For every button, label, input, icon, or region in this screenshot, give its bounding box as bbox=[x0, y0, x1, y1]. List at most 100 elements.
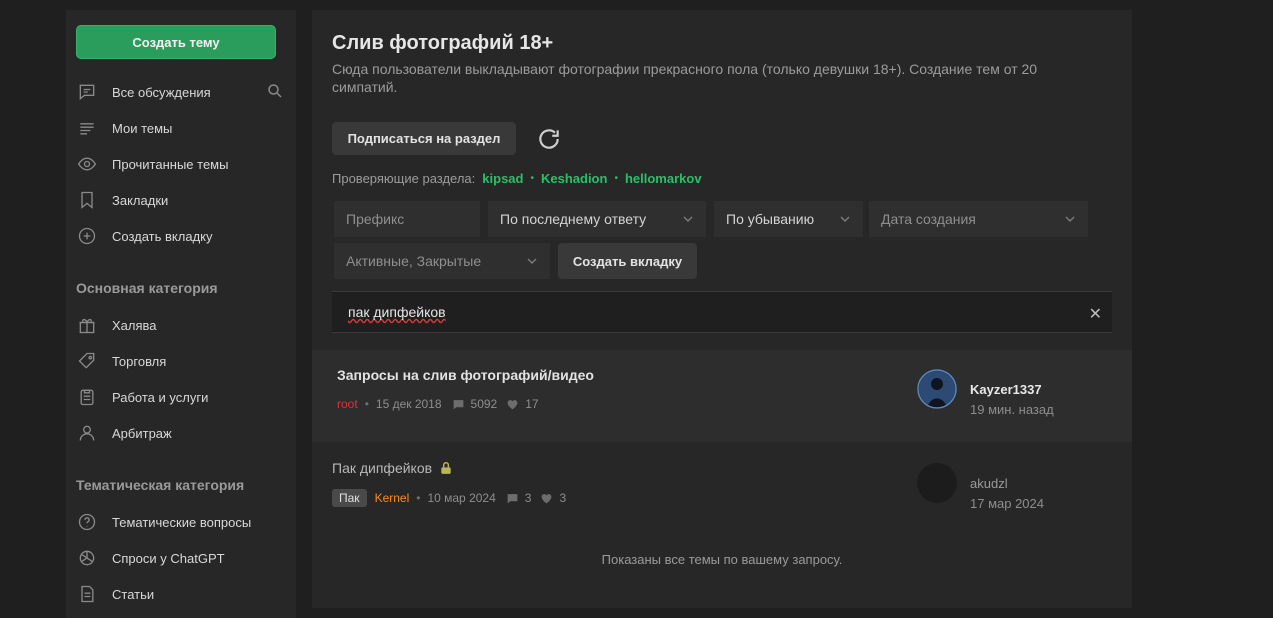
sidebar-item-label: Тематические вопросы bbox=[112, 514, 252, 530]
forum-section: Слив фотографий 18+ Сюда пользователи вы… bbox=[312, 10, 1132, 608]
chatgpt-icon bbox=[76, 547, 98, 569]
chevron-down-icon bbox=[524, 253, 540, 269]
state-value: Активные, Закрытые bbox=[346, 253, 482, 269]
sidebar-item-label: Статьи bbox=[112, 586, 155, 602]
section-description: Сюда пользователи выкладывают фотографии… bbox=[332, 61, 1038, 95]
separator-dot: • bbox=[364, 397, 369, 411]
sidebar-item-label: Спроси у ChatGPT bbox=[112, 550, 225, 566]
moderators-label: Проверяющие раздела: bbox=[332, 171, 476, 186]
sidebar-item-label: Халява bbox=[112, 317, 157, 333]
user-icon bbox=[76, 422, 98, 444]
chevron-down-icon bbox=[837, 211, 853, 227]
moderator-link[interactable]: hellomarkov bbox=[625, 171, 702, 186]
heart-icon bbox=[506, 398, 519, 411]
reply-count: 3 bbox=[524, 491, 532, 505]
thread-title[interactable]: Запросы на слив фотографий/видео bbox=[337, 367, 594, 383]
sidebar-item-label: Работа и услуги bbox=[112, 389, 209, 405]
sort-by-value: По последнему ответу bbox=[500, 211, 647, 227]
thread-author[interactable]: Kernel bbox=[375, 491, 410, 505]
comment-icon bbox=[452, 398, 465, 411]
list-icon bbox=[76, 117, 98, 139]
avatar[interactable] bbox=[917, 463, 957, 503]
date-created-select[interactable]: Дата создания bbox=[869, 201, 1088, 237]
chevron-down-icon bbox=[1062, 211, 1078, 227]
sidebar-heading-thematic-category: Тематическая категория bbox=[76, 477, 245, 493]
like-count: 3 bbox=[559, 491, 567, 505]
sidebar: Создать тему Все обсуждения Мои темы Про… bbox=[66, 10, 296, 618]
sort-by-select[interactable]: По последнему ответу bbox=[488, 201, 706, 237]
sidebar-item-trade[interactable]: Торговля bbox=[76, 347, 286, 375]
create-thread-button[interactable]: Создать тему bbox=[76, 25, 276, 59]
thread-meta: root • 15 дек 2018 5092 17 bbox=[337, 397, 548, 411]
sidebar-item-chatgpt[interactable]: Спроси у ChatGPT bbox=[76, 544, 286, 572]
results-note: Показаны все темы по вашему запросу. bbox=[601, 552, 843, 567]
thread-title[interactable]: Пак дипфейков bbox=[332, 460, 432, 476]
separator-dot: • bbox=[614, 173, 618, 184]
clipboard-icon bbox=[76, 386, 98, 408]
sidebar-item-label: Арбитраж bbox=[112, 425, 172, 441]
order-value: По убыванию bbox=[726, 211, 815, 227]
sidebar-item-work[interactable]: Работа и услуги bbox=[76, 383, 286, 411]
sidebar-item-label: Все обсуждения bbox=[112, 84, 211, 100]
sidebar-item-label: Торговля bbox=[112, 353, 167, 369]
tag-icon bbox=[76, 350, 98, 372]
sidebar-item-my-threads[interactable]: Мои темы bbox=[76, 114, 286, 142]
page-title: Слив фотографий 18+ bbox=[332, 32, 554, 54]
lock-icon bbox=[439, 461, 453, 475]
bookmark-icon bbox=[76, 189, 98, 211]
thread-prefix-badge[interactable]: Пак bbox=[332, 489, 367, 507]
sidebar-item-label: Закладки bbox=[112, 192, 169, 208]
search-icon[interactable] bbox=[266, 82, 286, 102]
sidebar-item-label: Мои темы bbox=[112, 120, 173, 136]
comment-icon bbox=[506, 492, 519, 505]
last-poster[interactable]: Kayzer1337 bbox=[970, 382, 1042, 397]
separator-dot: • bbox=[416, 491, 421, 505]
create-tab-button[interactable]: Создать вкладку bbox=[558, 243, 697, 279]
sidebar-item-label: Создать вкладку bbox=[112, 228, 213, 244]
prefix-filter-placeholder: Префикс bbox=[346, 211, 405, 227]
sidebar-heading-main-category: Основная категория bbox=[76, 280, 218, 296]
like-count: 17 bbox=[525, 397, 539, 411]
question-icon bbox=[76, 511, 98, 533]
state-select[interactable]: Активные, Закрытые bbox=[334, 243, 550, 279]
thread-date: 10 мар 2024 bbox=[427, 491, 496, 505]
thread-title-wrap[interactable]: Пак дипфейков bbox=[332, 460, 453, 476]
sidebar-item-all-discussions[interactable]: Все обсуждения bbox=[76, 78, 286, 106]
thread-author[interactable]: root bbox=[337, 397, 358, 411]
sidebar-item-create-tab[interactable]: Создать вкладку bbox=[76, 222, 286, 250]
moderator-link[interactable]: Keshadion bbox=[541, 171, 607, 186]
avatar[interactable] bbox=[917, 369, 957, 409]
date-created-placeholder: Дата создания bbox=[881, 211, 976, 227]
moderator-link[interactable]: kipsad bbox=[482, 171, 523, 186]
sidebar-item-label: Прочитанные темы bbox=[112, 156, 229, 172]
last-post-time: 19 мин. назад bbox=[970, 402, 1054, 417]
sidebar-item-articles[interactable]: Статьи bbox=[76, 580, 286, 608]
sidebar-item-arbitrage[interactable]: Арбитраж bbox=[76, 419, 286, 447]
sidebar-item-read-threads[interactable]: Прочитанные темы bbox=[76, 150, 286, 178]
thread-meta: Пак Kernel • 10 мар 2024 3 3 bbox=[332, 489, 575, 507]
thread-row[interactable]: Запросы на слив фотографий/видео root • … bbox=[312, 350, 1132, 442]
thread-row[interactable]: Пак дипфейков Пак Kernel • 10 мар 2024 3… bbox=[312, 444, 1132, 536]
heart-icon bbox=[540, 492, 553, 505]
sidebar-item-bookmarks[interactable]: Закладки bbox=[76, 186, 286, 214]
document-icon bbox=[76, 583, 98, 605]
separator-dot: • bbox=[530, 173, 534, 184]
sidebar-item-thematic-questions[interactable]: Тематические вопросы bbox=[76, 508, 286, 536]
chat-icon bbox=[76, 81, 98, 103]
search-value: пак дипфейков bbox=[348, 304, 446, 320]
clear-icon[interactable]: ✕ bbox=[1089, 304, 1102, 324]
thread-date: 15 дек 2018 bbox=[375, 397, 442, 411]
plus-circle-icon bbox=[76, 225, 98, 247]
reply-count: 5092 bbox=[470, 397, 498, 411]
subscribe-button[interactable]: Подписаться на раздел bbox=[332, 122, 516, 155]
thread-search-input[interactable]: пак дипфейков ✕ bbox=[332, 291, 1112, 333]
chevron-down-icon bbox=[680, 211, 696, 227]
order-select[interactable]: По убыванию bbox=[714, 201, 863, 237]
eye-icon bbox=[76, 153, 98, 175]
last-poster[interactable]: akudzl bbox=[970, 476, 1008, 491]
refresh-icon[interactable] bbox=[536, 126, 562, 152]
gift-icon bbox=[76, 314, 98, 336]
last-post-time: 17 мар 2024 bbox=[970, 496, 1045, 511]
prefix-filter[interactable]: Префикс bbox=[334, 201, 480, 237]
sidebar-item-freebies[interactable]: Халява bbox=[76, 311, 286, 339]
